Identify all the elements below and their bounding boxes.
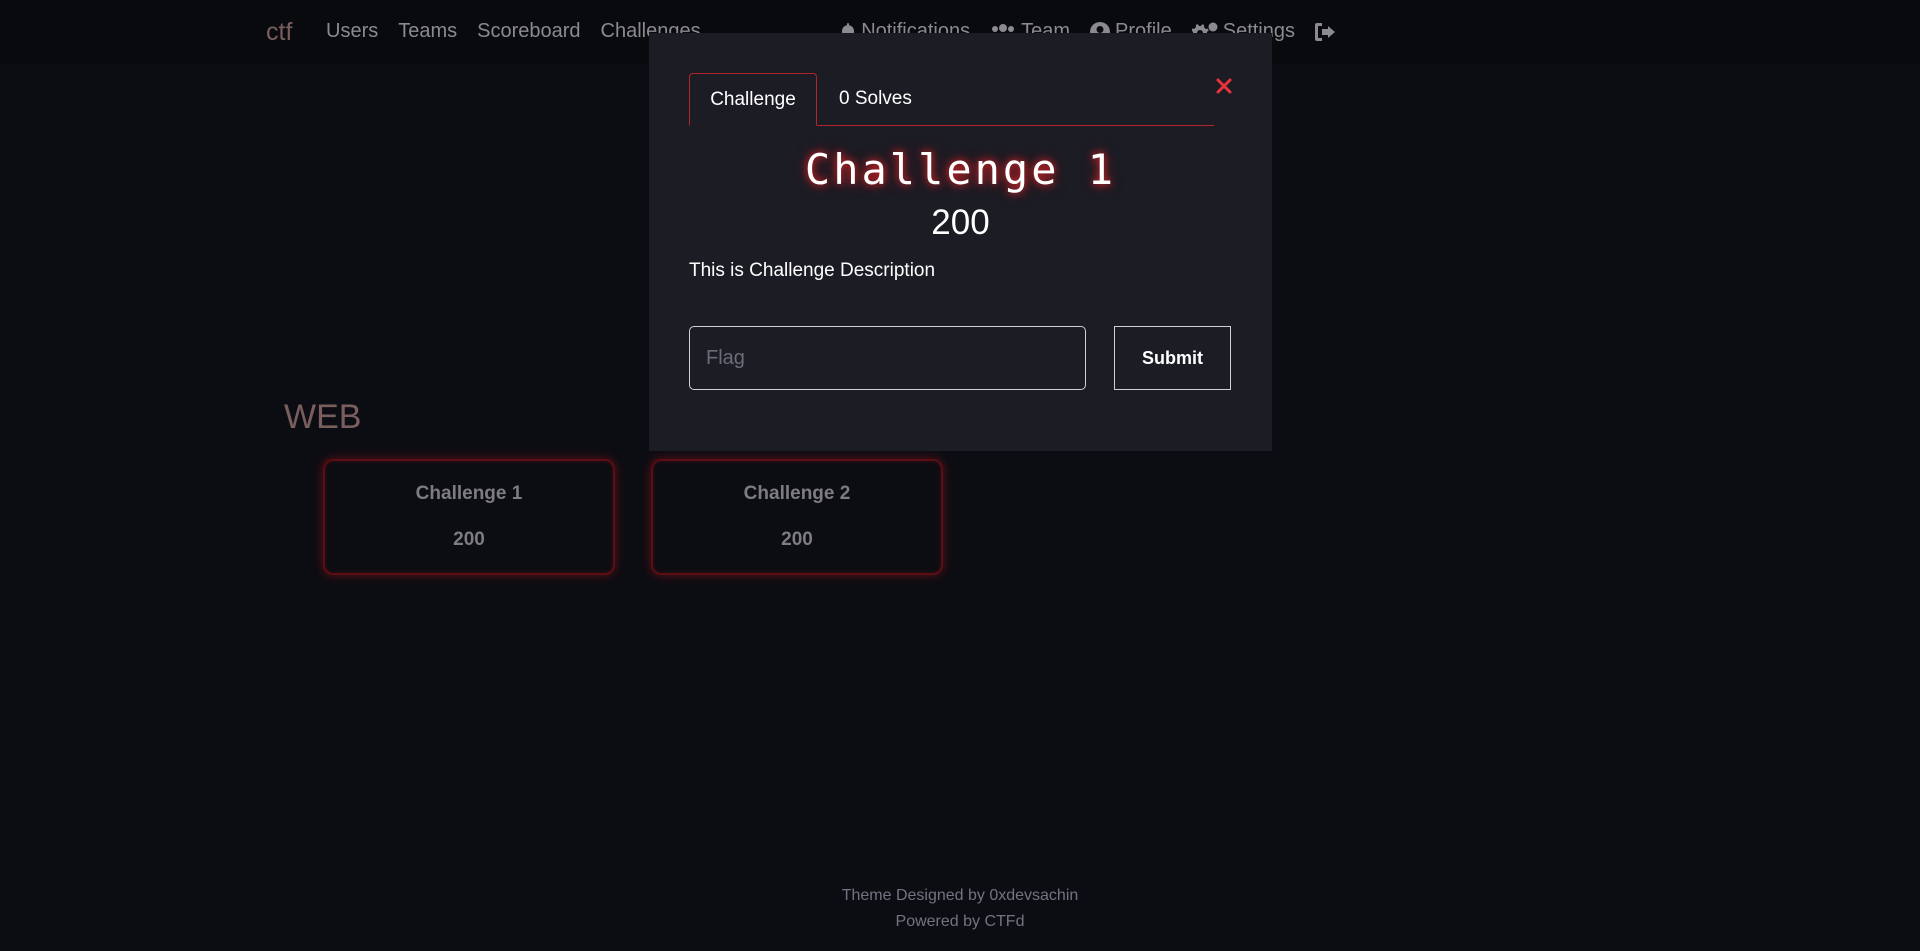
modal-challenge-title: Challenge 1 <box>804 145 1117 194</box>
category-title: WEB <box>284 398 362 436</box>
footer: Theme Designed by 0xdevsachin Powered by… <box>0 883 1920 935</box>
brand-logo[interactable]: ctf <box>266 18 292 47</box>
challenge-card-name: Challenge 2 <box>743 483 851 504</box>
challenge-card-1[interactable]: Challenge 1 200 <box>323 459 615 575</box>
tab-challenge[interactable]: Challenge <box>689 73 817 126</box>
close-button[interactable] <box>1213 75 1235 97</box>
nav-link-users[interactable]: Users <box>326 20 378 43</box>
challenge-modal: Challenge 0 Solves Challenge 1 200 This … <box>649 33 1272 451</box>
challenge-card-points: 200 <box>781 529 813 550</box>
footer-powered-by[interactable]: Powered by CTFd <box>0 909 1920 935</box>
footer-theme-credit[interactable]: Theme Designed by 0xdevsachin <box>0 883 1920 909</box>
nav-link-teams[interactable]: Teams <box>398 20 457 43</box>
challenge-card-points: 200 <box>453 529 485 550</box>
submit-button[interactable]: Submit <box>1114 326 1231 390</box>
tab-solves[interactable]: 0 Solves <box>839 73 912 125</box>
flag-input[interactable] <box>689 326 1086 390</box>
challenge-card-2[interactable]: Challenge 2 200 <box>651 459 943 575</box>
nav-link-logout[interactable] <box>1315 22 1340 41</box>
logout-icon <box>1315 22 1335 41</box>
modal-challenge-points: 200 <box>931 203 990 242</box>
modal-tabs: Challenge 0 Solves <box>689 73 1214 126</box>
challenge-card-name: Challenge 1 <box>415 483 523 504</box>
modal-challenge-description: This is Challenge Description <box>689 260 936 281</box>
nav-link-scoreboard[interactable]: Scoreboard <box>477 20 580 43</box>
close-icon <box>1216 78 1232 94</box>
